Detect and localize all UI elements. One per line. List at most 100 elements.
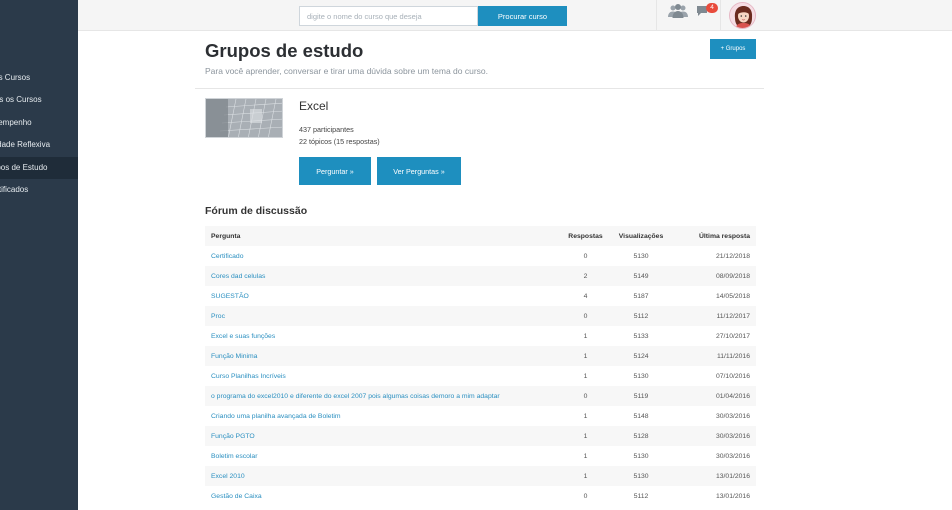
course-participants: 437 participantes <box>299 125 354 134</box>
question-cell: o programa do excel2010 e diferente do e… <box>205 386 563 406</box>
sidebar-item[interactable]: Desempenho <box>0 112 78 134</box>
sidebar-item-label: Grupos de Estudo <box>0 162 48 172</box>
answers-cell: 4 <box>583 292 588 300</box>
table-row[interactable]: Curso Planilhas Incríveis 1 5130 07/10/2016 <box>205 366 756 386</box>
last-reply-cell: 11/11/2016 <box>674 346 756 366</box>
answers-cell: 1 <box>583 452 588 460</box>
last-reply-cell: 11/12/2017 <box>674 306 756 326</box>
column-header-question: Pergunta <box>205 226 563 246</box>
sidebar-item[interactable]: Grupos de Estudo <box>0 156 78 179</box>
question-link[interactable]: Excel e suas funções <box>211 333 275 340</box>
question-link[interactable]: Cores dad celulas <box>211 273 265 280</box>
question-link[interactable]: Gestão de Caixa <box>211 493 262 500</box>
people-icon[interactable] <box>667 3 689 19</box>
course-topics: 22 tópicos (15 respostas) <box>299 137 380 146</box>
forum-table-body: Certificado 0 5130 21/12/2018 Cores dad celu… <box>205 246 756 506</box>
table-row[interactable]: Gestão de Caixa 0 5112 13/01/2016 <box>205 486 756 506</box>
avatar[interactable] <box>729 2 756 29</box>
sidebar: Meus Cursos Todos os Cursos Desempenho Ativ… <box>0 0 78 510</box>
question-link[interactable]: Curso Planilhas Incríveis <box>211 373 286 380</box>
last-reply-cell: 27/10/2017 <box>715 332 750 340</box>
answers-cell: 1 <box>583 412 588 420</box>
table-row[interactable]: Excel 2010 1 5130 13/01/2016 <box>205 466 756 486</box>
table-row[interactable]: Boletim escolar 1 5130 30/03/2016 <box>205 446 756 466</box>
sidebar-item[interactable]: Meus Cursos <box>0 67 78 89</box>
table-row[interactable]: SUGESTÃO 4 5187 14/05/2018 <box>205 286 756 306</box>
question-cell: Excel e suas funções <box>205 326 563 346</box>
views-cell: 5187 <box>633 292 649 300</box>
question-cell: Boletim escolar <box>205 446 563 466</box>
table-row[interactable]: Função Minima 1 5124 11/11/2016 <box>205 346 756 366</box>
sidebar-item[interactable]: Todos os Cursos <box>0 89 78 111</box>
table-row[interactable]: Excel e suas funções 1 5133 27/10/2017 <box>205 326 756 346</box>
last-reply-cell: 21/12/2018 <box>715 252 750 260</box>
views-cell: 5119 <box>608 386 674 406</box>
header-separator <box>656 0 657 31</box>
sidebar-item-label: Certificados <box>0 184 29 194</box>
answers-cell: 1 <box>583 332 588 340</box>
question-link[interactable]: Boletim escolar <box>211 453 257 460</box>
question-link[interactable]: SUGESTÃO <box>211 293 249 300</box>
table-row[interactable]: Função PGTO 1 5128 30/03/2016 <box>205 426 756 446</box>
last-reply-cell: 13/01/2016 <box>674 466 756 486</box>
page-subtitle: Para você aprender, conversar e tirar um… <box>205 66 489 76</box>
view-questions-button[interactable]: Ver Perguntas » <box>377 157 461 185</box>
page-title: Grupos de estudo <box>205 40 364 61</box>
sidebar-item-label: Todos os Cursos <box>0 95 42 105</box>
views-cell: 5130 <box>633 252 649 260</box>
answers-cell: 0 <box>583 252 588 260</box>
table-row[interactable]: o programa do excel2010 e diferente do e… <box>205 386 756 406</box>
sidebar-item[interactable]: Atividade Reflexiva <box>0 134 78 156</box>
question-cell: Excel 2010 <box>205 466 563 486</box>
table-row[interactable]: Criando uma planilha avançada de Boletim… <box>205 406 756 426</box>
views-cell: 5112 <box>608 306 674 326</box>
question-cell: Certificado <box>205 246 563 266</box>
question-link[interactable]: Criando uma planilha avançada de Boletim <box>211 413 341 420</box>
views-cell: 5130 <box>633 372 649 380</box>
last-reply-cell: 30/03/2016 <box>715 452 750 460</box>
ask-question-button[interactable]: Perguntar » <box>299 157 371 185</box>
search-input[interactable] <box>299 6 478 26</box>
question-link[interactable]: Função Minima <box>211 353 257 360</box>
question-link[interactable]: Proc <box>211 313 225 320</box>
question-link[interactable]: Função PGTO <box>211 433 255 440</box>
table-row[interactable]: Proc 0 5112 11/12/2017 <box>205 306 756 326</box>
views-cell: 5124 <box>608 346 674 366</box>
views-cell: 5149 <box>608 266 674 286</box>
views-cell: 5112 <box>633 492 649 500</box>
avatar-image <box>730 3 755 28</box>
question-link[interactable]: Certificado <box>211 253 244 260</box>
question-cell: Gestão de Caixa <box>205 486 563 506</box>
question-cell: Função Minima <box>205 346 563 366</box>
views-cell: 5133 <box>633 332 649 340</box>
course-thumbnail[interactable] <box>205 98 283 138</box>
last-reply-cell: 30/03/2016 <box>715 412 750 420</box>
header-separator <box>720 0 721 31</box>
column-header-answers: Respostas <box>563 226 608 246</box>
sidebar-menu: Meus Cursos Todos os Cursos Desempenho Ativ… <box>0 67 78 201</box>
views-cell: 5148 <box>633 412 649 420</box>
sidebar-item-label: Meus Cursos <box>0 73 31 82</box>
add-group-button[interactable]: + Grupos <box>710 39 756 59</box>
question-cell: Função PGTO <box>205 426 563 446</box>
last-reply-cell: 07/10/2016 <box>715 372 750 380</box>
search-button[interactable]: Procurar curso <box>478 6 567 26</box>
last-reply-cell: 14/05/2018 <box>715 292 750 300</box>
last-reply-cell: 08/09/2018 <box>674 266 756 286</box>
answers-cell: 1 <box>563 466 608 486</box>
forum-title: Fórum de discussão <box>205 205 308 217</box>
last-reply-cell: 30/03/2016 <box>674 426 756 446</box>
table-row[interactable]: Cores dad celulas 2 5149 08/09/2018 <box>205 266 756 286</box>
divider <box>195 88 764 89</box>
question-link[interactable]: o programa do excel2010 e diferente do e… <box>211 393 500 400</box>
sidebar-item[interactable]: Certificados <box>0 179 78 201</box>
question-link[interactable]: Excel 2010 <box>211 473 245 480</box>
question-cell: Cores dad celulas <box>205 266 563 286</box>
table-row[interactable]: Certificado 0 5130 21/12/2018 <box>205 246 756 266</box>
sidebar-item-label: Desempenho <box>0 117 32 127</box>
answers-cell: 1 <box>563 426 608 446</box>
answers-cell: 0 <box>563 386 608 406</box>
last-reply-cell: 13/01/2016 <box>715 492 750 500</box>
answers-cell: 0 <box>583 492 588 500</box>
views-cell: 5130 <box>608 466 674 486</box>
